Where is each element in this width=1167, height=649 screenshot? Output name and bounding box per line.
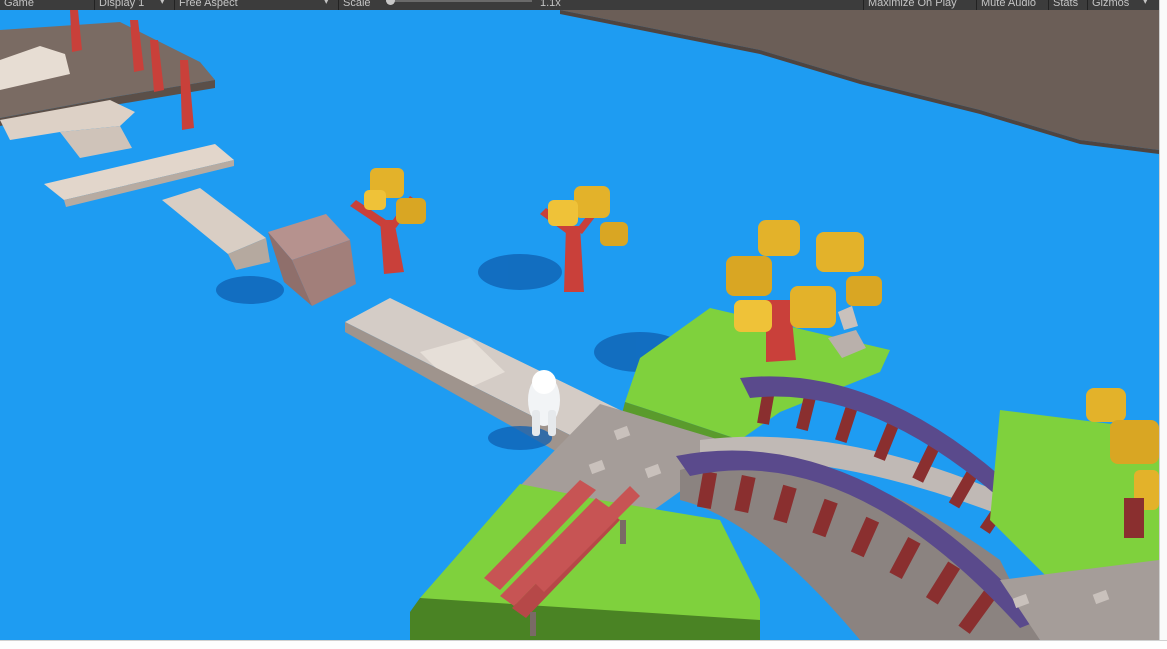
scale-slider-handle[interactable]	[386, 0, 395, 5]
maximize-on-play-toggle[interactable]: Maximize On Play	[863, 0, 961, 10]
tree-4-foliage	[1086, 388, 1126, 422]
scale-value: 1.1x	[540, 0, 561, 9]
stats-toggle[interactable]: Stats	[1048, 0, 1082, 10]
game-viewport[interactable]	[0, 10, 1159, 640]
game-tab[interactable]: Game	[4, 0, 34, 10]
game-scene	[0, 10, 1159, 640]
scale-label: Scale	[338, 0, 375, 10]
display-dropdown[interactable]: Display 1	[94, 0, 148, 10]
mute-audio-toggle[interactable]: Mute Audio	[976, 0, 1040, 10]
aspect-dropdown[interactable]: Free Aspect	[174, 0, 242, 10]
scale-slider-track[interactable]	[386, 0, 532, 2]
window-edge	[1159, 0, 1167, 640]
gizmos-dropdown[interactable]: Gizmos	[1087, 0, 1133, 10]
display-chevron-down-icon: ▾	[160, 0, 165, 6]
gizmos-chevron-down-icon: ▾	[1143, 0, 1148, 6]
aspect-chevron-down-icon: ▾	[324, 0, 329, 6]
